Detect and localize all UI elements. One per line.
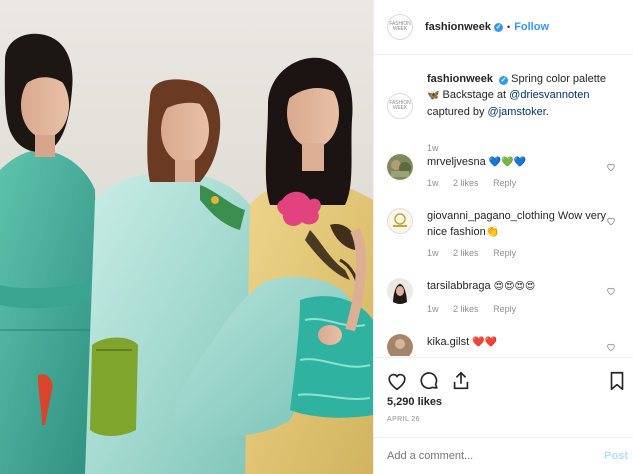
comment-username[interactable]: tarsilabbraga: [427, 280, 491, 292]
caption-part-3: captured by: [427, 106, 485, 118]
comment-time[interactable]: 1w: [427, 304, 439, 314]
post-photo[interactable]: [0, 0, 373, 474]
caption-username[interactable]: fashionweek: [427, 73, 493, 85]
reply-button[interactable]: Reply: [493, 178, 516, 188]
mention-jamstoker[interactable]: @jamstoker: [488, 106, 546, 118]
post-side-panel: FASHION WEEK fashionweek ✓ • Follow FASH…: [373, 0, 633, 474]
post-comment-button[interactable]: Post: [604, 450, 628, 462]
reply-button[interactable]: Reply: [493, 248, 516, 258]
caption-part-2: Backstage at: [442, 89, 507, 101]
instagram-post: FASHION WEEK fashionweek ✓ • Follow FASH…: [0, 0, 633, 474]
caption-text: fashionweek ✓ Spring color palette 🦋 Bac…: [427, 71, 627, 120]
comment-meta: 1w 2 likes Reply: [427, 304, 528, 314]
comment-icon[interactable]: [418, 370, 440, 392]
caption-part-4: .: [545, 106, 549, 118]
caption-avatar[interactable]: FASHION WEEK: [387, 93, 413, 119]
comment-text: ❤️❤️: [472, 337, 498, 348]
post-header: FASHION WEEK fashionweek ✓ • Follow: [374, 0, 633, 55]
verified-badge-icon: ✓: [499, 76, 509, 85]
like-comment-heart-icon[interactable]: [606, 216, 616, 226]
comment-time[interactable]: 1w: [427, 178, 439, 188]
account-avatar[interactable]: FASHION WEEK: [387, 14, 413, 40]
comment-username[interactable]: giovanni_pagano_clothing: [427, 210, 555, 222]
commenter-avatar[interactable]: [387, 154, 413, 180]
comment-meta: 1w 2 likes Reply: [427, 248, 528, 258]
verified-badge-icon: ✓: [494, 22, 504, 32]
reply-button[interactable]: Reply: [493, 304, 516, 314]
add-comment-row: Post: [374, 437, 633, 474]
comment-body: tarsilabbraga 😍😍😍😍: [427, 278, 607, 295]
heart-icon[interactable]: [386, 370, 408, 392]
like-comment-heart-icon[interactable]: [606, 162, 616, 172]
bookmark-icon[interactable]: [606, 370, 628, 392]
follow-button[interactable]: Follow: [514, 21, 549, 33]
account-username[interactable]: fashionweek: [425, 21, 491, 33]
mention-driesvannoten[interactable]: @driesvannoten: [509, 89, 589, 101]
like-comment-heart-icon[interactable]: [606, 286, 616, 296]
post-actions: 5,290 likes APRIL 26 Post: [374, 357, 633, 474]
comment-username[interactable]: mrveljvesna: [427, 156, 486, 168]
comment-meta: 1w 2 likes Reply: [427, 178, 528, 188]
butterfly-emoji: 🦋: [427, 90, 440, 101]
like-comment-heart-icon[interactable]: [606, 342, 616, 352]
comment-text: 😍😍😍😍: [493, 281, 536, 292]
comment-text: 💙💚💙: [488, 157, 527, 168]
caption-timestamp[interactable]: 1w: [427, 143, 439, 153]
add-comment-input[interactable]: [387, 450, 567, 462]
commenter-avatar[interactable]: [387, 334, 413, 356]
share-icon[interactable]: [450, 370, 472, 392]
comment-likes[interactable]: 2 likes: [453, 178, 479, 188]
comment-body: mrveljvesna 💙💚💙: [427, 154, 607, 171]
backstage-models-image: [0, 0, 373, 474]
comment-likes[interactable]: 2 likes: [453, 248, 479, 258]
commenter-avatar[interactable]: [387, 208, 413, 234]
post-date[interactable]: APRIL 26: [387, 416, 420, 423]
separator-dot: •: [507, 22, 511, 32]
comment-likes[interactable]: 2 likes: [453, 304, 479, 314]
likes-count[interactable]: 5,290 likes: [387, 396, 442, 408]
comment-username[interactable]: kika.gilst: [427, 336, 469, 348]
comment-time[interactable]: 1w: [427, 248, 439, 258]
caption-part-1: Spring color palette: [511, 73, 606, 85]
commenter-avatar[interactable]: [387, 278, 413, 304]
comment-body: kika.gilst ❤️❤️: [427, 334, 607, 351]
comments-list[interactable]: FASHION WEEK fashionweek ✓ Spring color …: [374, 56, 632, 356]
comment-body: giovanni_pagano_clothing Wow very nice f…: [427, 208, 607, 240]
